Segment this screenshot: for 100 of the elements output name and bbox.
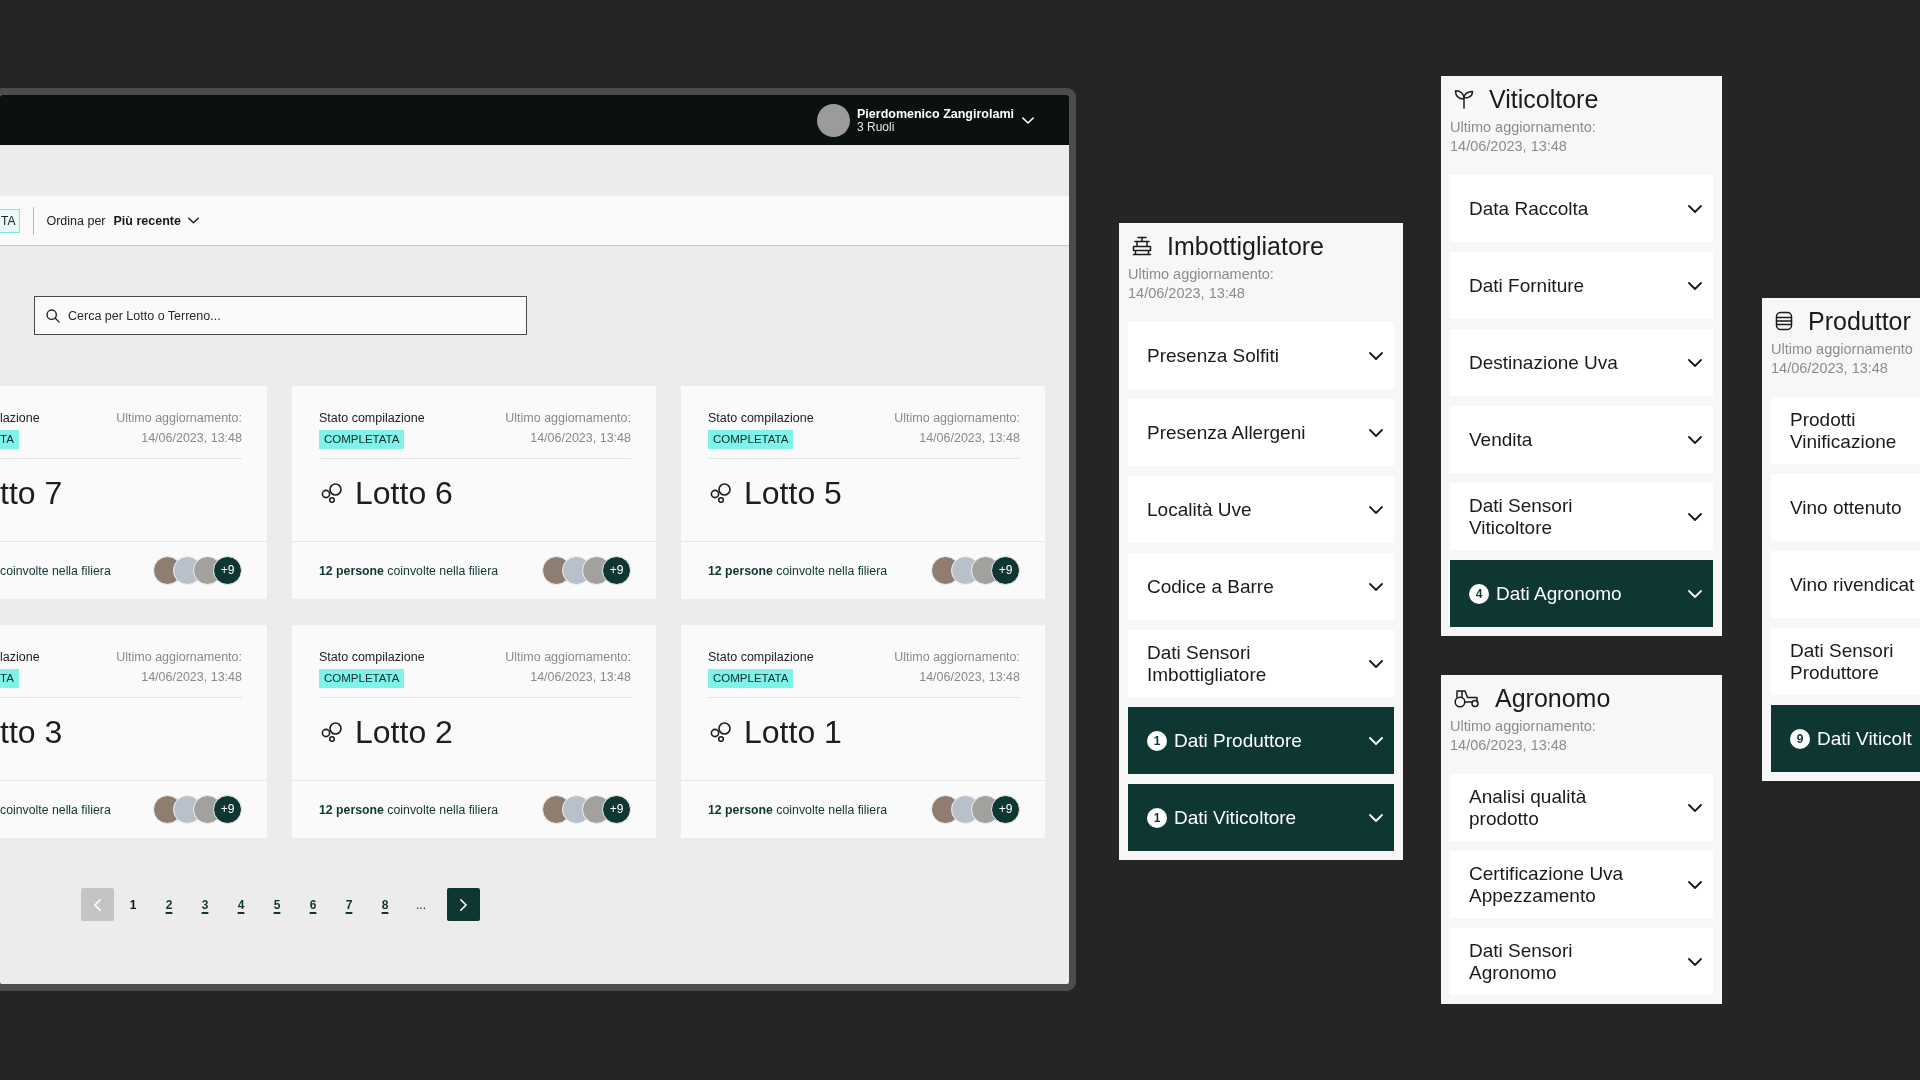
- accordion-item[interactable]: Presenza Solfiti: [1128, 322, 1394, 389]
- lot-title: Lotto 5: [744, 474, 842, 512]
- status-badge: COMPLETATA: [319, 669, 405, 688]
- page-link[interactable]: 3: [201, 897, 209, 912]
- more-people-count: +9: [213, 556, 242, 585]
- panel-title: Agronomo: [1495, 685, 1611, 711]
- status-label: Stato compilazione: [708, 649, 814, 666]
- lot-card[interactable]: lazione TA Ultimo aggiornamento: 14/06/2023, 13:48 tto 7 coinvolte nella filiera +9: [0, 386, 267, 599]
- updated-label: Ultimo aggiornamento:: [894, 649, 1020, 666]
- accordion-item[interactable]: 1 Dati Produttore: [1128, 707, 1394, 774]
- accordion-item[interactable]: Dati Sensori Agronomo: [1450, 928, 1713, 995]
- status-badge: TA: [0, 430, 19, 449]
- updated-date: 14/06/2023, 13:48: [1771, 359, 1889, 378]
- accordion-item[interactable]: Certificazione Uva Appezzamento: [1450, 851, 1713, 918]
- updated-date: 14/06/2023, 13:48: [141, 669, 242, 686]
- people-involved-text: 12 persone coinvolte nella filiera: [319, 563, 499, 578]
- accordion-item[interactable]: Dati Sensori Viticoltore: [1450, 483, 1713, 550]
- chevron-down-icon: [1369, 505, 1383, 514]
- lot-card[interactable]: Stato compilazione COMPLETATA Ultimo aggiornamento: 14/06/2023, 13:48 Lotto 5 12 persone coinvolte nella filiera +9: [681, 386, 1045, 599]
- accordion-item[interactable]: Analisi qualità prodotto: [1450, 774, 1713, 841]
- lot-card[interactable]: Stato compilazione COMPLETATA Ultimo aggiornamento: 14/06/2023, 13:48 Lotto 6 12 persone coinvolte nella filiera +9: [292, 386, 656, 599]
- status-badge: TA: [0, 669, 19, 688]
- people-involved-text: 12 persone coinvolte nella filiera: [319, 802, 499, 817]
- accordion-item[interactable]: Codice a Barre: [1128, 553, 1394, 620]
- lot-title: tto 3: [0, 713, 63, 751]
- count-badge: 1: [1147, 730, 1167, 751]
- chevron-right-icon: [460, 898, 467, 911]
- accordion-item[interactable]: Vino ottenuto: [1771, 474, 1920, 541]
- page-link[interactable]: 5: [273, 897, 281, 912]
- chevron-down-icon: [1688, 435, 1702, 444]
- page-link[interactable]: 6: [309, 897, 317, 912]
- accordion-item[interactable]: Dati Forniture: [1450, 252, 1713, 319]
- pagination-ellipsis: ...: [416, 897, 426, 912]
- updated-label: Ultimo aggiornamento:: [1450, 118, 1597, 137]
- people-involved-text: coinvolte nella filiera: [0, 802, 111, 817]
- status-label: Stato compilazione: [708, 410, 814, 427]
- accordion-item[interactable]: Località Uve: [1128, 476, 1394, 543]
- count-badge: 4: [1469, 583, 1489, 604]
- chevron-down-icon: [187, 217, 199, 224]
- chevron-down-icon: [1369, 736, 1383, 745]
- user-name: Pierdomenico Zangirolami: [857, 106, 1014, 121]
- more-people-count: +9: [602, 795, 631, 824]
- lot-card[interactable]: Stato compilazione COMPLETATA Ultimo aggiornamento: 14/06/2023, 13:48 Lotto 1 12 persone coinvolte nella filiera +9: [681, 625, 1045, 838]
- bubbles-icon: [321, 722, 342, 742]
- page-link[interactable]: 7: [345, 897, 353, 912]
- updated-label: Ultimo aggiornamento:: [894, 410, 1020, 427]
- updated-date: 14/06/2023, 13:48: [530, 669, 631, 686]
- people-involved-text: 12 persone coinvolte nella filiera: [708, 563, 888, 578]
- count-badge: 9: [1790, 728, 1810, 749]
- chevron-down-icon: [1369, 351, 1383, 360]
- accordion-item[interactable]: Prodotti Vinificazione: [1771, 397, 1920, 464]
- page-link[interactable]: 4: [237, 897, 245, 912]
- sort-dropdown[interactable]: Più recente: [113, 213, 199, 228]
- count-badge: 1: [1147, 807, 1167, 828]
- lot-card[interactable]: Stato compilazione COMPLETATA Ultimo aggiornamento: 14/06/2023, 13:48 Lotto 2 12 persone coinvolte nella filiera +9: [292, 625, 656, 838]
- chevron-down-icon: [1369, 582, 1383, 591]
- next-page-button[interactable]: [447, 888, 480, 921]
- page-link[interactable]: 2: [165, 897, 173, 912]
- accordion-item[interactable]: 9 Dati Viticolt: [1771, 705, 1920, 772]
- status-badge: COMPLETATA: [319, 430, 405, 449]
- chevron-down-icon: [1688, 204, 1702, 213]
- accordion-item[interactable]: Vendita: [1450, 406, 1713, 473]
- accordion-item[interactable]: Data Raccolta: [1450, 175, 1713, 242]
- chevron-down-icon[interactable]: [1022, 116, 1034, 124]
- updated-label: Ultimo aggiornamento:: [505, 649, 631, 666]
- accordion-item[interactable]: 1 Dati Viticoltore: [1128, 784, 1394, 851]
- user-avatar: [817, 103, 850, 137]
- bubbles-icon: [710, 483, 731, 503]
- accordion-item[interactable]: Presenza Allergeni: [1128, 399, 1394, 466]
- accordion-item[interactable]: Dati Sensori Imbottigliatore: [1128, 630, 1394, 697]
- accordion-item[interactable]: Vino rivendicat: [1771, 551, 1920, 618]
- status-badge: COMPLETATA: [708, 669, 794, 688]
- more-people-count: +9: [991, 556, 1020, 585]
- accordion-item[interactable]: Destinazione Uva: [1450, 329, 1713, 396]
- more-people-count: +9: [213, 795, 242, 824]
- updated-date: 14/06/2023, 13:48: [1450, 736, 1568, 755]
- lot-card[interactable]: lazione TA Ultimo aggiornamento: 14/06/2023, 13:48 tto 3 coinvolte nella filiera +9: [0, 625, 267, 838]
- page-link[interactable]: 1: [129, 897, 137, 912]
- updated-date: 14/06/2023, 13:48: [919, 669, 1020, 686]
- chevron-down-icon: [1688, 803, 1702, 812]
- chevron-down-icon: [1688, 589, 1702, 598]
- updated-label: Ultimo aggiornamento: [1771, 340, 1914, 359]
- status-filter-chip[interactable]: TA: [0, 208, 21, 233]
- updated-date: 14/06/2023, 13:48: [1128, 284, 1246, 303]
- panel-title: Imbottigliatore: [1167, 233, 1325, 259]
- chevron-down-icon: [1688, 281, 1702, 290]
- search-field[interactable]: Cerca per Lotto o Terreno...: [34, 296, 527, 335]
- accordion-item[interactable]: Dati Sensori Produttore: [1771, 628, 1920, 695]
- sprout-icon: [1454, 89, 1474, 109]
- accordion-item[interactable]: 4 Dati Agronomo: [1450, 560, 1713, 627]
- lot-title: Lotto 2: [355, 713, 453, 751]
- chevron-down-icon: [1369, 659, 1383, 668]
- updated-date: 14/06/2023, 13:48: [919, 430, 1020, 447]
- lot-title: Lotto 6: [355, 474, 453, 512]
- machine-icon: [1132, 236, 1152, 256]
- page-link[interactable]: 8: [381, 897, 389, 912]
- status-badge: COMPLETATA: [708, 430, 794, 449]
- bubbles-icon: [321, 483, 342, 503]
- panel-title: Produttor: [1808, 308, 1911, 334]
- status-label: Stato compilazione: [319, 410, 425, 427]
